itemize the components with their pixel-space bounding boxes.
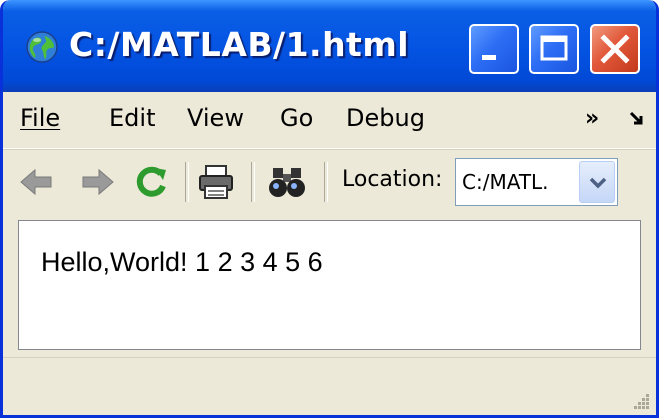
page-content[interactable]: Hello,World! 1 2 3 4 5 6 bbox=[18, 220, 641, 350]
toolbar-separator bbox=[251, 162, 255, 202]
location-dropdown-button[interactable] bbox=[579, 161, 615, 203]
location-input[interactable] bbox=[462, 169, 574, 195]
close-icon bbox=[600, 34, 630, 64]
page-text: Hello,World! 1 2 3 4 5 6 bbox=[41, 247, 323, 277]
binoculars-icon[interactable] bbox=[267, 162, 307, 202]
maximize-button[interactable] bbox=[529, 24, 579, 74]
menu-bar: File Edit View Go Debug » bbox=[3, 92, 656, 149]
toolbar: Location: bbox=[3, 149, 656, 214]
maximize-icon bbox=[540, 35, 568, 61]
menu-view[interactable]: View bbox=[187, 104, 244, 132]
minimize-icon bbox=[482, 55, 496, 60]
toolbar-separator bbox=[324, 162, 328, 202]
toolbar-separator bbox=[185, 162, 189, 202]
menu-go[interactable]: Go bbox=[280, 104, 313, 132]
menu-debug[interactable]: Debug bbox=[346, 104, 425, 132]
browser-window: C:/MATLAB/1.html File Edit View Go Debug… bbox=[0, 0, 659, 418]
location-combobox[interactable] bbox=[455, 158, 618, 206]
refresh-icon[interactable] bbox=[131, 162, 171, 202]
menu-overflow-chevron[interactable]: » bbox=[585, 106, 599, 131]
minimize-button[interactable] bbox=[469, 24, 519, 74]
menu-edit[interactable]: Edit bbox=[109, 104, 155, 132]
menu-debug-label: Debug bbox=[346, 104, 425, 132]
window-title: C:/MATLAB/1.html bbox=[69, 25, 410, 64]
menu-file[interactable]: File bbox=[20, 104, 60, 132]
title-bar[interactable]: C:/MATLAB/1.html bbox=[3, 0, 656, 92]
chevron-down-icon bbox=[589, 177, 607, 189]
menu-view-label: View bbox=[187, 104, 244, 132]
arrow-down-right-icon[interactable] bbox=[628, 110, 646, 128]
status-bar bbox=[3, 357, 656, 415]
back-icon[interactable] bbox=[17, 162, 57, 202]
forward-icon[interactable] bbox=[77, 162, 117, 202]
location-label: Location: bbox=[342, 167, 443, 192]
menu-go-label: Go bbox=[280, 104, 314, 132]
resize-grip-icon[interactable] bbox=[632, 392, 650, 410]
close-button[interactable] bbox=[590, 24, 640, 74]
globe-icon bbox=[26, 31, 58, 63]
menu-edit-label: Edit bbox=[109, 104, 156, 132]
print-icon[interactable] bbox=[196, 162, 236, 202]
menu-file-label: File bbox=[20, 104, 61, 132]
